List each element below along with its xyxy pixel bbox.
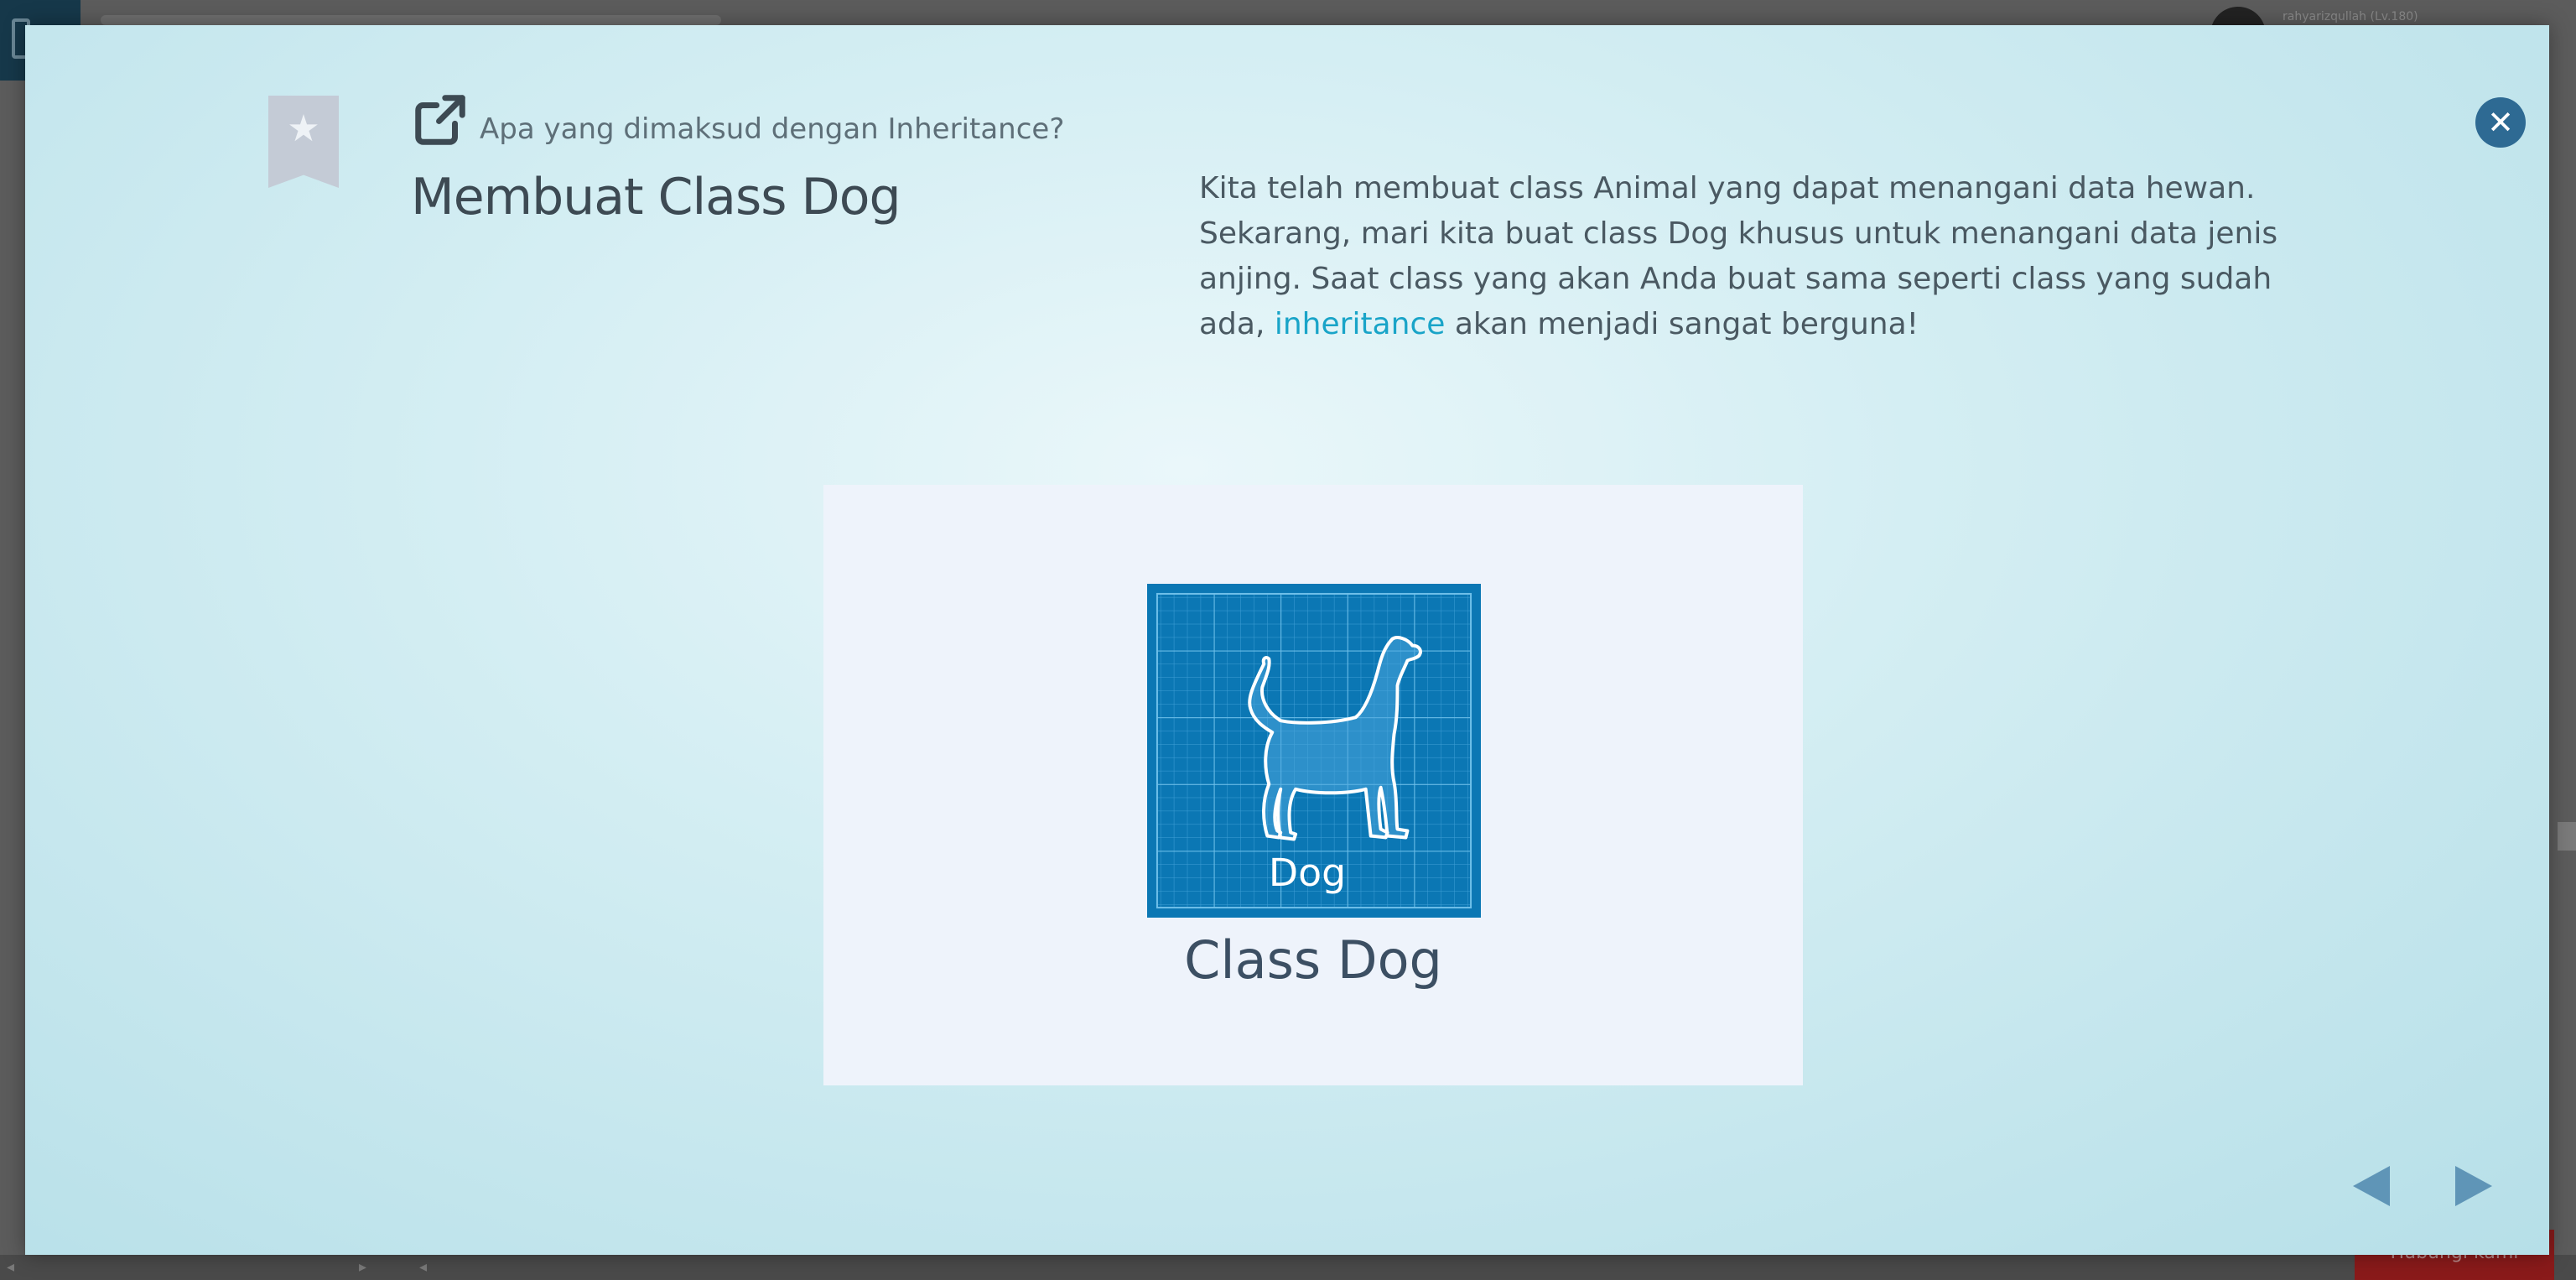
scroll-right-icon: ▸	[359, 1258, 367, 1276]
slide-figure: Dog Class Dog	[823, 485, 1803, 1085]
external-link-icon[interactable]	[411, 91, 470, 149]
figure-caption: Class Dog	[1184, 929, 1442, 991]
scroll-left-icon: ◂	[7, 1258, 15, 1276]
triangle-left-icon	[2353, 1166, 2390, 1206]
inheritance-link[interactable]: inheritance	[1275, 307, 1446, 341]
next-slide-button[interactable]	[2454, 1164, 2494, 1208]
previous-slide-button[interactable]	[2351, 1164, 2392, 1208]
slide-title: Membuat Class Dog	[411, 168, 901, 226]
background-scrollbar	[2558, 822, 2576, 851]
dog-icon-label: Dog	[1269, 851, 1346, 895]
bookmark-button[interactable]: ★	[268, 96, 339, 188]
star-icon: ★	[287, 107, 320, 150]
background-breadcrumb-bar	[101, 15, 721, 25]
slide-description: Kita telah membuat class Animal yang dap…	[1199, 166, 2289, 347]
close-button[interactable]: ✕	[2475, 97, 2526, 148]
dog-blueprint-illustration: Dog	[1147, 584, 1481, 918]
slide-modal: ★ Apa yang dimaksud dengan Inheritance? …	[25, 25, 2549, 1255]
triangle-right-icon	[2455, 1166, 2492, 1206]
background-bottom-bar	[0, 1255, 2576, 1280]
scroll-left-icon: ◂	[419, 1258, 428, 1276]
description-text-end: akan menjadi sangat berguna!	[1445, 307, 1919, 341]
background-username: rahyarizqullah (Lv.180)	[2283, 10, 2418, 23]
close-icon: ✕	[2487, 104, 2514, 141]
lesson-subtitle: Apa yang dimaksud dengan Inheritance?	[480, 112, 1065, 146]
